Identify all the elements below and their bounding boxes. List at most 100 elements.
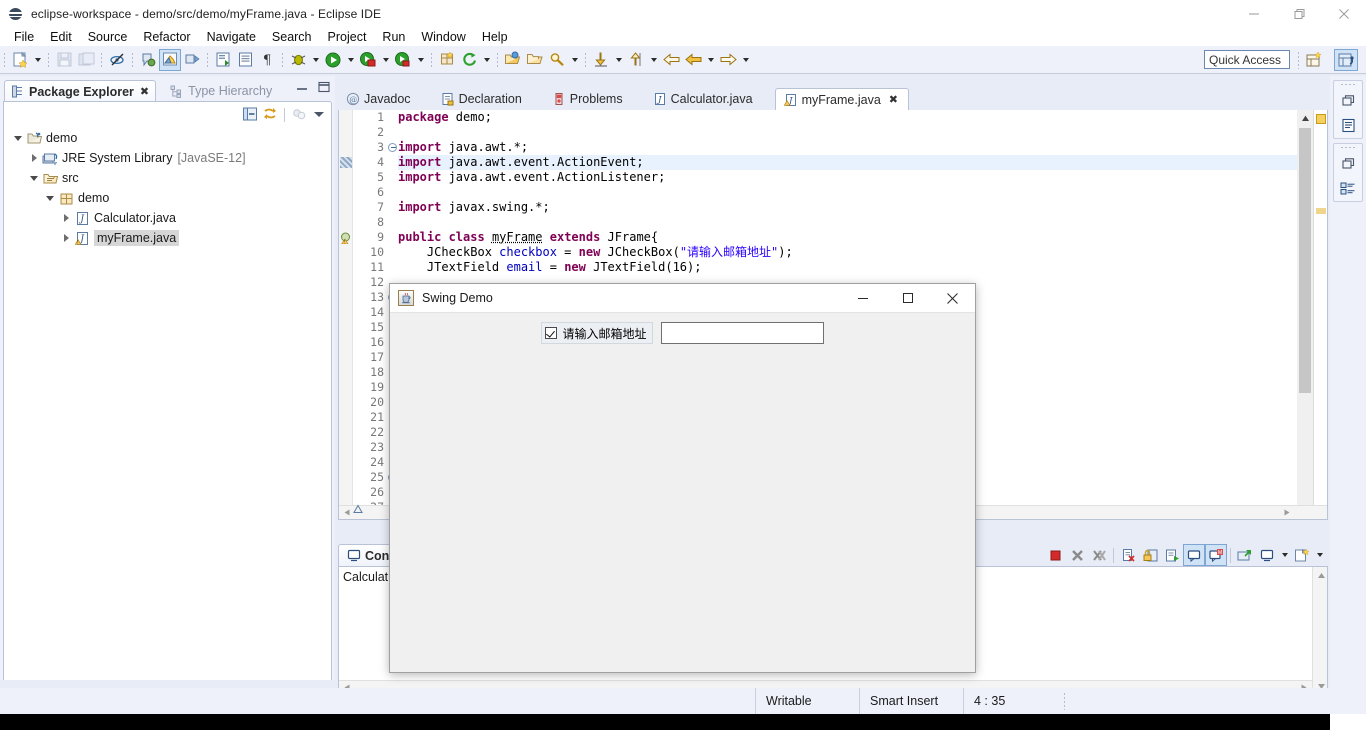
tab-calculator-java[interactable]: J Calculator.java — [645, 87, 763, 110]
next-annotation-icon[interactable] — [181, 49, 203, 71]
tree-item-demo-package[interactable]: demo — [4, 188, 331, 208]
restore-icon[interactable] — [1336, 153, 1360, 175]
menu-refactor[interactable]: Refactor — [135, 28, 198, 46]
search-dropdown-icon[interactable] — [568, 49, 581, 71]
tab-type-hierarchy[interactable]: Type Hierarchy — [164, 80, 278, 102]
maximize-view-icon[interactable] — [317, 80, 331, 97]
save-icon[interactable] — [53, 49, 75, 71]
code-line[interactable]: import java.awt.event.ActionListener; — [398, 170, 1297, 185]
java-perspective-icon[interactable] — [1334, 49, 1358, 71]
annotation-ruler[interactable]: ! — [339, 110, 353, 519]
refresh-dropdown-icon[interactable] — [480, 49, 493, 71]
next-edit-dropdown-icon[interactable] — [647, 49, 660, 71]
close-icon[interactable]: ✖ — [889, 93, 898, 106]
pilcrow-icon[interactable]: ¶ — [256, 49, 278, 71]
view-menu-icon[interactable] — [311, 106, 327, 125]
code-line[interactable]: package demo; — [398, 110, 1297, 125]
toolbar-grip-5[interactable] — [205, 50, 210, 69]
code-line[interactable]: import java.awt.*; — [398, 140, 1297, 155]
lock-scroll-icon[interactable] — [1139, 544, 1161, 566]
minimize-view-icon[interactable] — [295, 80, 309, 97]
open-console-icon[interactable] — [1234, 544, 1256, 566]
close-icon[interactable]: ✖ — [140, 85, 149, 98]
previous-edit-icon[interactable] — [590, 49, 612, 71]
scroll-right-arrow-icon[interactable] — [1282, 506, 1327, 520]
fast-view-grip-2[interactable] — [1340, 146, 1356, 151]
tab-declaration[interactable]: Declaration — [433, 87, 532, 110]
back-icon[interactable] — [660, 49, 682, 71]
chevron-right-icon[interactable] — [58, 210, 74, 226]
back-history-icon[interactable] — [682, 49, 704, 71]
no-link-icon[interactable] — [106, 49, 128, 71]
toolbar-grip[interactable] — [2, 50, 7, 69]
menu-window[interactable]: Window — [413, 28, 473, 46]
tree-item-demo-project[interactable]: demo — [4, 128, 331, 148]
editor-vertical-scrollbar[interactable] — [1297, 110, 1313, 519]
code-line[interactable]: JCheckBox checkbox = new JCheckBox("请输入邮… — [398, 245, 1297, 260]
new-java-package-icon[interactable] — [436, 49, 458, 71]
toolbar-grip-4[interactable] — [130, 50, 135, 69]
run-last-dropdown-icon[interactable] — [414, 49, 427, 71]
swing-minimize-button[interactable] — [840, 284, 885, 313]
run-icon[interactable] — [322, 49, 344, 71]
run-dropdown-icon[interactable] — [344, 49, 357, 71]
collapse-all-icon[interactable] — [242, 106, 258, 125]
scroll-up-arrow-icon[interactable] — [1297, 110, 1313, 126]
outline-view-icon[interactable] — [1336, 114, 1360, 136]
new-dropdown-icon[interactable] — [31, 49, 44, 71]
window-close-button[interactable] — [1321, 0, 1366, 28]
debug-dropdown-icon[interactable] — [309, 49, 322, 71]
fold-toggle-icon[interactable] — [387, 140, 398, 155]
previous-edit-dropdown-icon[interactable] — [612, 49, 625, 71]
show-console-on-output-icon[interactable] — [1161, 544, 1183, 566]
external-tools-icon[interactable] — [212, 49, 234, 71]
quick-access-input[interactable]: Quick Access — [1204, 50, 1290, 69]
menu-navigate[interactable]: Navigate — [199, 28, 264, 46]
tree-item-src[interactable]: src — [4, 168, 331, 188]
menu-search[interactable]: Search — [264, 28, 320, 46]
tree-item-myframe-java[interactable]: J! myFrame.java — [4, 228, 331, 248]
coverage-icon[interactable] — [357, 49, 379, 71]
code-line[interactable]: JTextField email = new JTextField(16); — [398, 260, 1297, 275]
email-input[interactable] — [660, 322, 824, 344]
open-console-dropdown-icon[interactable] — [1278, 544, 1291, 566]
menu-help[interactable]: Help — [474, 28, 516, 46]
next-edit-icon[interactable] — [625, 49, 647, 71]
window-maximize-button[interactable] — [1276, 0, 1321, 28]
new-console-view-icon[interactable] — [1256, 544, 1278, 566]
tab-myframe-java[interactable]: J myFrame.java ✖ — [774, 88, 909, 111]
search-icon[interactable] — [546, 49, 568, 71]
code-line[interactable] — [398, 215, 1297, 230]
refresh-icon[interactable] — [458, 49, 480, 71]
restore-icon[interactable] — [1336, 90, 1360, 112]
pin-console-icon[interactable] — [1183, 544, 1205, 566]
new-console-dropdown-icon[interactable] — [1313, 544, 1326, 566]
task-list-icon[interactable] — [1336, 177, 1360, 199]
overview-warning-marker[interactable] — [1316, 114, 1326, 124]
open-task-icon[interactable] — [234, 49, 256, 71]
terminate-icon[interactable] — [1044, 544, 1066, 566]
status-bar-grip[interactable] — [1063, 692, 1068, 710]
swing-maximize-button[interactable] — [885, 284, 930, 313]
fast-view-grip[interactable] — [1340, 83, 1356, 88]
tab-package-explorer[interactable]: Package Explorer ✖ — [4, 80, 157, 102]
chevron-right-icon[interactable] — [26, 150, 42, 166]
toolbar-grip-9[interactable] — [583, 50, 588, 69]
overview-occurrence-marker[interactable] — [1316, 208, 1326, 214]
code-line[interactable] — [398, 185, 1297, 200]
overview-ruler[interactable] — [1313, 110, 1327, 519]
debug-icon[interactable] — [287, 49, 309, 71]
menu-source[interactable]: Source — [80, 28, 136, 46]
menu-file[interactable]: File — [6, 28, 42, 46]
chevron-right-icon[interactable] — [58, 230, 74, 246]
menu-project[interactable]: Project — [320, 28, 375, 46]
scroll-left-arrow-icon[interactable] — [339, 506, 352, 520]
console-vertical-scrollbar[interactable] — [1312, 567, 1327, 694]
focus-on-active-task-icon[interactable] — [291, 106, 307, 125]
scroll-up-arrow-icon[interactable] — [1313, 567, 1329, 583]
link-with-editor-icon[interactable] — [262, 106, 278, 125]
email-checkbox[interactable] — [545, 327, 558, 339]
swing-close-button[interactable] — [930, 284, 975, 313]
chevron-down-icon[interactable] — [10, 130, 26, 146]
window-minimize-button[interactable] — [1231, 0, 1276, 28]
